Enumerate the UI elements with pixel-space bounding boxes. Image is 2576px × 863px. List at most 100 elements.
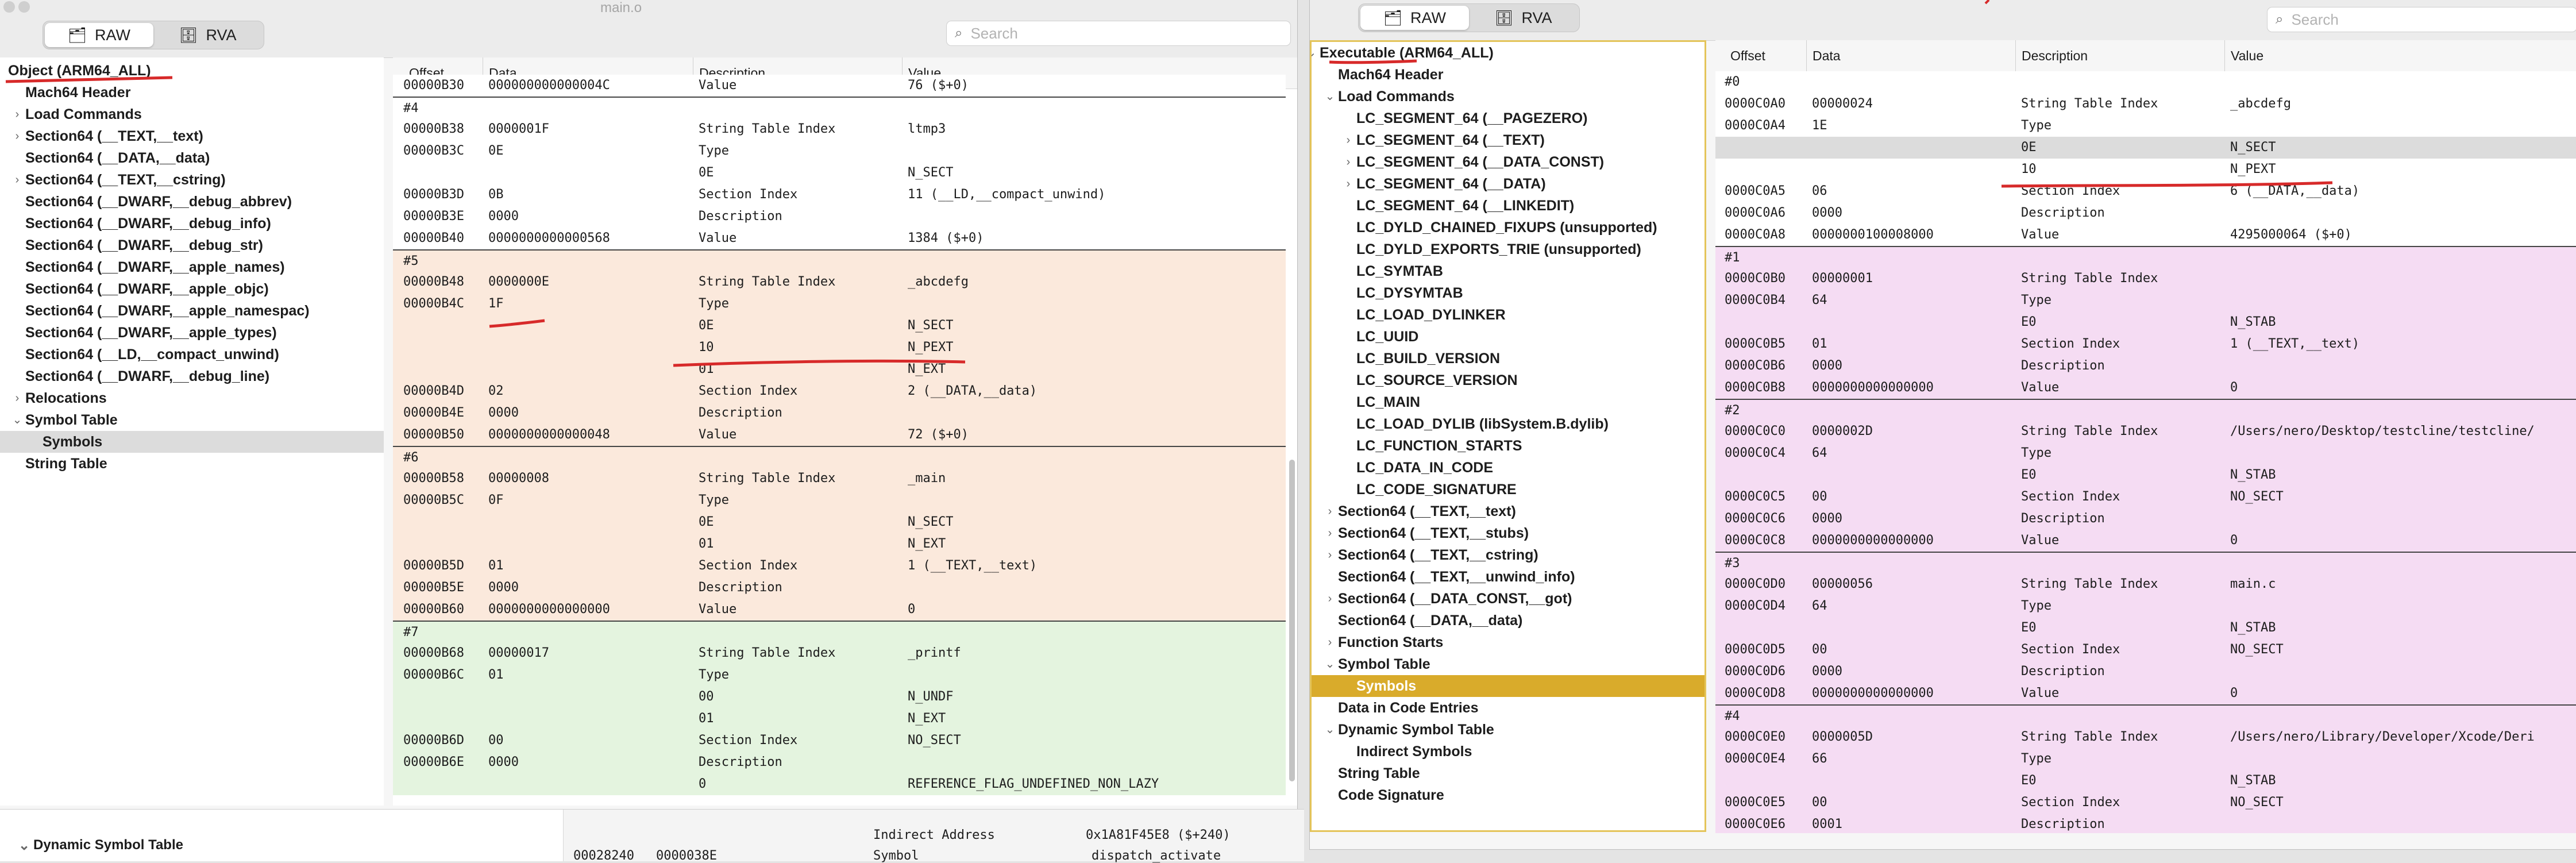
tree-item-function-starts[interactable]: › Function Starts: [1312, 631, 1705, 653]
chevron-right-icon[interactable]: ›: [1343, 173, 1354, 195]
table-row[interactable]: 10 N_PEXT: [1715, 159, 2576, 180]
table-row[interactable]: 00000B6E 0000 Description: [393, 752, 1286, 773]
tree-item-section64-data-data[interactable]: Section64 (__DATA,__data): [0, 147, 384, 169]
raw-mode-button[interactable]: 🗂 RAW: [1360, 6, 1469, 30]
table-row[interactable]: 00000B3D 0B Section Index 11 (__LD,__compac…: [393, 184, 1286, 206]
search-input[interactable]: [969, 24, 1290, 43]
table-row[interactable]: 0000C0C8 0000000000000000 Value 0: [1715, 530, 2576, 552]
table-row[interactable]: 00000B50 0000000000000048 Value 72 ($+0): [393, 424, 1286, 446]
table-row[interactable]: 00000B3E 0000 Description: [393, 206, 1286, 228]
table-row[interactable]: 0000C0B5 01 Section Index 1 (__TEXT,__text): [1715, 333, 2576, 355]
table-row[interactable]: 01 N_EXT: [393, 533, 1286, 555]
tree-item-section64-text-cstring[interactable]: › Section64 (__TEXT,__cstring): [1312, 544, 1705, 566]
tree-item-lc-segment-64-linkedit[interactable]: LC_SEGMENT_64 (__LINKEDIT): [1312, 195, 1705, 217]
tree-item-lc-segment-64-pagezero[interactable]: LC_SEGMENT_64 (__PAGEZERO): [1312, 107, 1705, 129]
tree-item-mach64-header[interactable]: Mach64 Header: [1312, 64, 1705, 86]
table-row[interactable]: 0000C0E0 0000005D String Table Index/Users…: [1715, 726, 2576, 748]
tree-item-mach64-header[interactable]: Mach64 Header: [0, 82, 384, 103]
table-row[interactable]: 0E N_SECT: [393, 162, 1286, 184]
table-row[interactable]: 00 N_UNDF: [393, 686, 1286, 708]
table-row[interactable]: 0E N_SECT: [393, 315, 1286, 337]
tree-item-executable-arm64-all[interactable]: ⌄Executable (ARM64_ALL): [1312, 42, 1705, 64]
table-row[interactable]: E0 N_STAB: [1715, 311, 2576, 333]
table-row[interactable]: 00000B4E 0000 Description: [393, 402, 1286, 424]
table-row[interactable]: 0000C0B6 0000 Description: [1715, 355, 2576, 377]
symbol-entry-header[interactable]: #4: [1715, 704, 2576, 726]
chevron-right-icon[interactable]: ›: [1324, 544, 1336, 566]
chevron-down-icon[interactable]: ⌄: [11, 409, 23, 431]
chevron-right-icon[interactable]: ›: [1324, 631, 1336, 653]
tree-item-indirect-symbols[interactable]: Indirect Symbols: [1312, 741, 1705, 762]
chevron-right-icon[interactable]: ›: [1343, 129, 1354, 151]
tree-item-lc-function-starts[interactable]: LC_FUNCTION_STARTS: [1312, 435, 1705, 457]
table-row[interactable]: 0000C0B8 0000000000000000 Value 0: [1715, 377, 2576, 399]
table-row[interactable]: 01 N_EXT: [393, 359, 1286, 380]
minimize-window-button[interactable]: [18, 1, 30, 13]
tree-item-lc-segment-64-data[interactable]: › LC_SEGMENT_64 (__DATA): [1312, 173, 1705, 195]
table-row[interactable]: 0000C0C5 00 Section Index NO_SECT: [1715, 486, 2576, 508]
tree-item-relocations[interactable]: › Relocations: [0, 387, 384, 409]
chevron-right-icon[interactable]: ›: [1324, 522, 1336, 544]
tree-item-string-table[interactable]: String Table: [0, 453, 384, 475]
table-row[interactable]: 0000C0D8 0000000000000000 Value 0: [1715, 683, 2576, 704]
table-row[interactable]: 0 REFERENCE_FLAG_UNDEFINED_NON_LAZY: [393, 773, 1286, 795]
tree-item-section64-dwarf-apple-names[interactable]: Section64 (__DWARF,__apple_names): [0, 256, 384, 278]
table-row[interactable]: 0000C0A4 1E Type: [1715, 115, 2576, 137]
table-row[interactable]: 00000B60 0000000000000000 Value 0: [393, 599, 1286, 621]
chevron-right-icon[interactable]: ›: [1324, 588, 1336, 610]
symbol-entry-header[interactable]: #1: [1715, 246, 2576, 268]
tree-item-lc-dyld-chained-fixups-unsupported[interactable]: LC_DYLD_CHAINED_FIXUPS (unsupported): [1312, 217, 1705, 238]
table-row[interactable]: 00000B5E 0000 Description: [393, 577, 1286, 599]
tree-item-section64-dwarf-debug-line[interactable]: Section64 (__DWARF,__debug_line): [0, 365, 384, 387]
table-row[interactable]: 00000B5C 0F Type: [393, 490, 1286, 511]
table-row[interactable]: 0000C0D6 0000 Description: [1715, 661, 2576, 683]
tree-item-section64-dwarf-debug-info[interactable]: Section64 (__DWARF,__debug_info): [0, 213, 384, 234]
table-row[interactable]: 00000B68 00000017 String Table Index _print…: [393, 642, 1286, 664]
rva-mode-button[interactable]: 🗄 RVA: [1469, 6, 1578, 30]
tree-item-symbols[interactable]: Symbols: [0, 431, 384, 453]
table-row[interactable]: 0E N_SECT: [393, 511, 1286, 533]
tree-item-section64-text-unwind-info[interactable]: Section64 (__TEXT,__unwind_info): [1312, 566, 1705, 588]
table-row[interactable]: 00000B40 0000000000000568 Value 1384 ($+0): [393, 228, 1286, 249]
tree-item-symbol-table[interactable]: ⌄ Symbol Table: [1312, 653, 1705, 675]
tree-item-lc-source-version[interactable]: LC_SOURCE_VERSION: [1312, 369, 1705, 391]
table-row[interactable]: 0000C0B0 00000001 String Table Index: [1715, 268, 2576, 290]
tree-item-data-in-code-entries[interactable]: Data in Code Entries: [1312, 697, 1705, 719]
tree-item-lc-main[interactable]: LC_MAIN: [1312, 391, 1705, 413]
tree-item-lc-segment-64-text[interactable]: › LC_SEGMENT_64 (__TEXT): [1312, 129, 1705, 151]
tree-item-code-signature[interactable]: Code Signature: [1312, 784, 1705, 806]
rva-mode-button[interactable]: 🗄 RVA: [153, 23, 262, 47]
tree-item-lc-load-dylib-libsystem-b-dylib[interactable]: LC_LOAD_DYLIB (libSystem.B.dylib): [1312, 413, 1705, 435]
table-row[interactable]: 0000C0C0 0000002D String Table Index/Users…: [1715, 421, 2576, 442]
tree-item-lc-dysymtab[interactable]: LC_DYSYMTAB: [1312, 282, 1705, 304]
tree-item-section64-data-const-got[interactable]: › Section64 (__DATA_CONST,__got): [1312, 588, 1705, 610]
table-row[interactable]: 0000C0B4 64 Type: [1715, 290, 2576, 311]
close-window-button[interactable]: [3, 1, 15, 13]
symbol-entry-header[interactable]: #2: [1715, 399, 2576, 421]
tree-item-section64-dwarf-apple-objc[interactable]: Section64 (__DWARF,__apple_objc): [0, 278, 384, 300]
table-row[interactable]: 01 N_EXT: [393, 708, 1286, 730]
tree-item-symbol-table[interactable]: ⌄ Symbol Table: [0, 409, 384, 431]
tree-item-lc-segment-64-data-const[interactable]: › LC_SEGMENT_64 (__DATA_CONST): [1312, 151, 1705, 173]
tree-item-section64-text-text[interactable]: › Section64 (__TEXT,__text): [0, 125, 384, 147]
chevron-down-icon[interactable]: ⌄: [1324, 719, 1336, 741]
chevron-down-icon[interactable]: ⌄: [1312, 42, 1317, 64]
tree-item-section64-text-cstring[interactable]: › Section64 (__TEXT,__cstring): [0, 169, 384, 191]
tree-item-section64-text-text[interactable]: › Section64 (__TEXT,__text): [1312, 500, 1705, 522]
table-row[interactable]: 0000C0D5 00 Section Index NO_SECT: [1715, 639, 2576, 661]
chevron-right-icon[interactable]: ›: [11, 125, 23, 147]
chevron-right-icon[interactable]: ›: [11, 169, 23, 191]
table-row[interactable]: 0000C0D4 64 Type: [1715, 595, 2576, 617]
table-row[interactable]: 0000C0D0 00000056 String Table Index main.c: [1715, 573, 2576, 595]
symbol-entry-header[interactable]: #4: [393, 97, 1286, 118]
table-row[interactable]: 0000C0A0 00000024 String Table Index _abcde…: [1715, 93, 2576, 115]
symbol-entry-header[interactable]: #5: [393, 249, 1286, 271]
symbol-entry-header[interactable]: #6: [393, 446, 1286, 468]
tree-item-load-commands[interactable]: ⌄ Load Commands: [1312, 86, 1705, 107]
tree-item-lc-code-signature[interactable]: LC_CODE_SIGNATURE: [1312, 479, 1705, 500]
table-row[interactable]: 00000B4C 1F Type: [393, 293, 1286, 315]
table-row[interactable]: 00000B5D 01 Section Index 1 (__TEXT,__text): [393, 555, 1286, 577]
tree-item-string-table[interactable]: String Table: [1312, 762, 1705, 784]
tree-item-section64-dwarf-debug-abbrev[interactable]: Section64 (__DWARF,__debug_abbrev): [0, 191, 384, 213]
left-grid-scrollbar[interactable]: [1289, 460, 1295, 781]
